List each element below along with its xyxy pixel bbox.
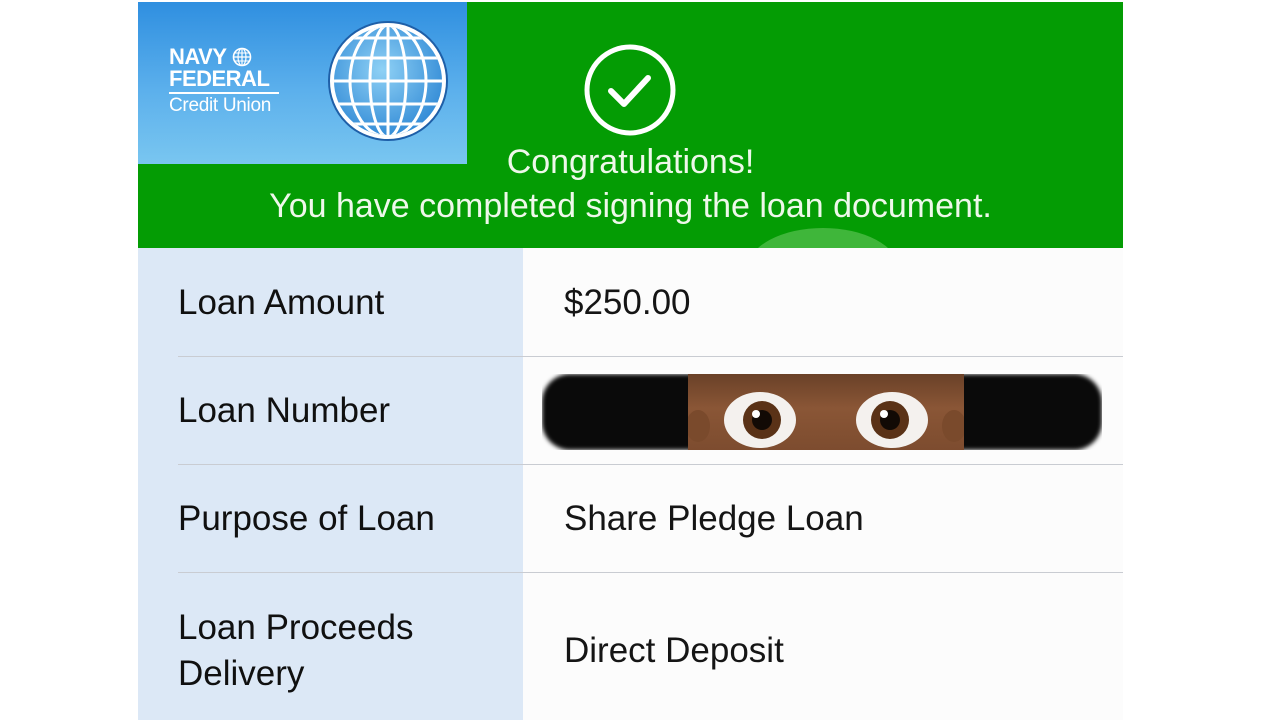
peeking-eyes-icon (686, 392, 966, 448)
proceeds-delivery-value: Direct Deposit (564, 631, 784, 670)
emoji-face-overlay (686, 374, 966, 450)
loan-confirmation-card: NAVY FEDERAL Credit Union Congratulation… (138, 2, 1123, 720)
table-row-purpose: Purpose of Loan Share Pledge Loan (138, 465, 1123, 572)
loan-details-table: Loan Amount $250.00 Loan Number Purpose … (138, 248, 1123, 720)
banner-title: Congratulations! (506, 143, 755, 181)
redacted-loan-number (542, 374, 1102, 450)
loan-number-label: Loan Number (178, 391, 391, 430)
success-banner: NAVY FEDERAL Credit Union Congratulation… (138, 2, 1123, 248)
loan-amount-value: $250.00 (564, 283, 691, 322)
checkmark-circle-icon (584, 44, 676, 136)
banner-subtitle: You have completed signing the loan docu… (269, 187, 992, 225)
banner-decoration (748, 228, 898, 248)
logo-divider (169, 92, 279, 94)
mini-globe-icon (232, 47, 251, 67)
globe-icon (328, 21, 448, 141)
brand-name-line1: NAVY (169, 44, 227, 69)
brand-name-line2: FEDERAL (169, 66, 270, 91)
purpose-value: Share Pledge Loan (564, 499, 864, 538)
brand-logo: NAVY FEDERAL Credit Union (169, 46, 279, 116)
purpose-label: Purpose of Loan (178, 499, 435, 538)
table-row-proceeds-delivery: Loan Proceeds Delivery Direct Deposit (138, 573, 1123, 720)
brand-name-line3: Credit Union (169, 95, 272, 116)
proceeds-delivery-label: Loan Proceeds Delivery (178, 608, 414, 693)
table-row-loan-amount: Loan Amount $250.00 (138, 248, 1123, 356)
loan-amount-label: Loan Amount (178, 283, 385, 322)
